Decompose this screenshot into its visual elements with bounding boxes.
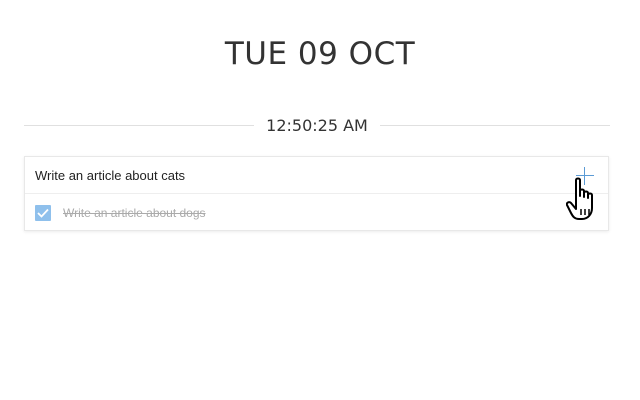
checkmark-icon [37,208,49,218]
checkbox-checked[interactable] [35,205,51,221]
time-divider: 12:50:25 AM [24,114,611,136]
divider-line-left [24,124,255,126]
clock-time: 12:50:25 AM [266,115,368,135]
new-todo-input[interactable] [35,165,555,185]
date-heading: TUE 09 OCT [224,36,416,72]
new-todo-row [25,157,608,194]
plus-icon[interactable] [576,167,594,185]
todo-item: Write an article about dogs [25,194,608,232]
todo-card: Write an article about dogs [24,156,609,231]
divider-line-right [379,124,611,126]
todo-item-label: Write an article about dogs [63,206,206,220]
